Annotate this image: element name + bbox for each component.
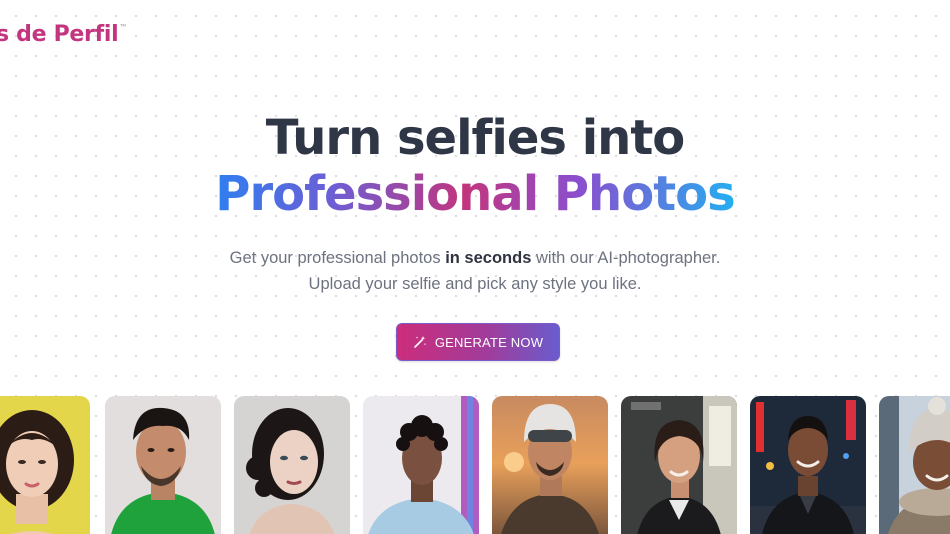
example-photo[interactable] [492,396,608,534]
generate-now-button[interactable]: GENERATE NOW [396,323,560,361]
example-photo[interactable] [105,396,221,534]
example-photo[interactable] [621,396,737,534]
example-photo[interactable] [0,396,90,534]
hero-subtitle: Get your professional photos in seconds … [0,245,950,297]
brand-logo[interactable]: s de Perfil™ [0,22,127,47]
subtitle-text: with our AI-photographer. [531,249,721,267]
hero-title: Turn selfies into Professional Photos [0,110,950,222]
example-photo[interactable] [363,396,479,534]
subtitle-text: Get your professional photos [229,249,446,267]
subtitle-emphasis: in seconds [445,249,532,267]
hero-title-line1: Turn selfies into [265,110,686,166]
subtitle-line2: Upload your selfie and pick any style yo… [308,275,642,293]
trademark-symbol: ™ [119,23,128,32]
example-photos-gallery [0,396,950,534]
example-photo[interactable] [234,396,350,534]
generate-now-label: GENERATE NOW [434,334,544,350]
example-photo[interactable] [750,396,866,534]
magic-wand-icon [413,335,427,349]
subtitle-line1: Get your professional photos in seconds … [0,245,950,271]
brand-name: s de Perfil [0,22,119,47]
example-photo[interactable] [879,396,950,534]
hero-title-line2: Professional Photos [215,166,735,222]
